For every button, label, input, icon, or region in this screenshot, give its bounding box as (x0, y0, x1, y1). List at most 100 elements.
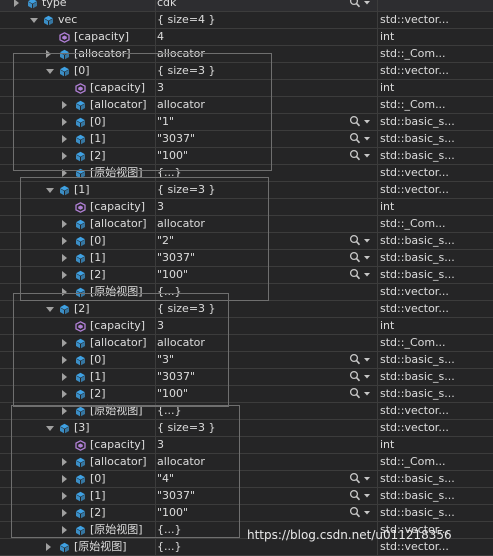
collapsed-arrow-icon[interactable] (62, 135, 67, 143)
column-divider[interactable] (155, 488, 156, 505)
column-divider[interactable] (377, 403, 378, 420)
value-cell[interactable]: "3" (157, 352, 377, 368)
value-cell[interactable]: "3037" (157, 131, 377, 147)
watch-row[interactable]: [2] "100" std::basic_s... (0, 267, 493, 284)
column-divider[interactable] (155, 301, 156, 318)
collapsed-arrow-icon[interactable] (14, 0, 19, 7)
value-cell[interactable]: allocator (157, 216, 377, 232)
visualizer-search-icon[interactable] (349, 149, 373, 163)
value-cell[interactable]: "2" (157, 233, 377, 249)
column-divider[interactable] (155, 335, 156, 352)
watch-row[interactable]: [0] { size=3 } std::vector... (0, 63, 493, 80)
value-cell[interactable]: 4 (157, 29, 377, 45)
watch-row[interactable]: [0] "1" std::basic_s... (0, 114, 493, 131)
collapsed-arrow-icon[interactable] (62, 220, 67, 228)
column-divider[interactable] (377, 437, 378, 454)
watch-row[interactable]: [原始视图] {...} std::vector... (0, 165, 493, 182)
column-divider[interactable] (155, 386, 156, 403)
column-divider[interactable] (377, 199, 378, 216)
column-divider[interactable] (155, 182, 156, 199)
column-divider[interactable] (377, 165, 378, 182)
column-divider[interactable] (377, 63, 378, 80)
column-divider[interactable] (377, 284, 378, 301)
value-cell[interactable]: allocator (157, 46, 377, 62)
column-divider[interactable] (155, 46, 156, 63)
column-divider[interactable] (155, 199, 156, 216)
column-divider[interactable] (155, 12, 156, 29)
column-divider[interactable] (377, 148, 378, 165)
column-divider[interactable] (155, 420, 156, 437)
column-divider[interactable] (155, 148, 156, 165)
watch-row[interactable]: [capacity] 3 int (0, 437, 493, 454)
column-divider[interactable] (155, 80, 156, 97)
watch-row[interactable]: [allocator] allocator std::_Com... (0, 97, 493, 114)
watch-row[interactable]: [capacity] 3 int (0, 80, 493, 97)
column-divider[interactable] (377, 471, 378, 488)
watch-row[interactable]: [allocator] allocator std::_Com... (0, 46, 493, 63)
watch-row[interactable]: [1] "3037" std::basic_s... (0, 369, 493, 386)
watch-row[interactable]: [capacity] 3 int (0, 318, 493, 335)
column-divider[interactable] (377, 0, 378, 12)
watch-row[interactable]: vec { size=4 } std::vector... (0, 12, 493, 29)
column-divider[interactable] (377, 233, 378, 250)
column-divider[interactable] (377, 250, 378, 267)
column-divider[interactable] (155, 522, 156, 539)
column-divider[interactable] (155, 233, 156, 250)
column-divider[interactable] (377, 216, 378, 233)
column-divider[interactable] (377, 335, 378, 352)
watch-row[interactable]: [2] "100" std::basic_s... (0, 505, 493, 522)
value-cell[interactable]: "100" (157, 386, 377, 402)
column-divider[interactable] (377, 386, 378, 403)
watch-row[interactable]: [0] "3" std::basic_s... (0, 352, 493, 369)
column-divider[interactable] (377, 454, 378, 471)
visualizer-search-icon[interactable] (349, 132, 373, 146)
value-cell[interactable]: "100" (157, 148, 377, 164)
collapsed-arrow-icon[interactable] (62, 254, 67, 262)
collapsed-arrow-icon[interactable] (46, 543, 51, 551)
watch-row[interactable]: [capacity] 4 int (0, 29, 493, 46)
value-cell[interactable]: "100" (157, 505, 377, 521)
value-cell[interactable]: 3 (157, 199, 377, 215)
collapsed-arrow-icon[interactable] (62, 526, 67, 534)
visualizer-search-icon[interactable] (349, 251, 373, 265)
expanded-arrow-icon[interactable] (46, 307, 54, 312)
collapsed-arrow-icon[interactable] (62, 271, 67, 279)
column-divider[interactable] (155, 63, 156, 80)
value-cell[interactable]: "3037" (157, 369, 377, 385)
collapsed-arrow-icon[interactable] (62, 169, 67, 177)
value-cell[interactable]: 3 (157, 437, 377, 453)
watch-row[interactable]: [0] "4" std::basic_s... (0, 471, 493, 488)
column-divider[interactable] (155, 267, 156, 284)
watch-row[interactable]: [capacity] 3 int (0, 199, 493, 216)
column-divider[interactable] (377, 505, 378, 522)
column-divider[interactable] (377, 488, 378, 505)
value-cell[interactable]: { size=3 } (157, 182, 377, 198)
column-divider[interactable] (155, 216, 156, 233)
watch-row[interactable]: [3] { size=3 } std::vector... (0, 420, 493, 437)
collapsed-arrow-icon[interactable] (62, 356, 67, 364)
column-divider[interactable] (377, 97, 378, 114)
collapsed-arrow-icon[interactable] (62, 509, 67, 517)
watch-row[interactable]: [原始视图] {...} std::vector... (0, 284, 493, 301)
column-divider[interactable] (377, 131, 378, 148)
collapsed-arrow-icon[interactable] (62, 118, 67, 126)
column-divider[interactable] (155, 114, 156, 131)
visualizer-search-icon[interactable] (349, 234, 373, 248)
column-divider[interactable] (377, 46, 378, 63)
column-divider[interactable] (377, 12, 378, 29)
visualizer-search-icon[interactable] (349, 0, 373, 10)
visualizer-search-icon[interactable] (349, 387, 373, 401)
column-divider[interactable] (155, 437, 156, 454)
expanded-arrow-icon[interactable] (46, 69, 54, 74)
value-cell[interactable]: { size=4 } (157, 12, 377, 28)
watch-row[interactable]: [2] "100" std::basic_s... (0, 148, 493, 165)
collapsed-arrow-icon[interactable] (62, 152, 67, 160)
collapsed-arrow-icon[interactable] (62, 237, 67, 245)
watch-row[interactable]: [0] "2" std::basic_s... (0, 233, 493, 250)
visualizer-search-icon[interactable] (349, 115, 373, 129)
collapsed-arrow-icon[interactable] (62, 407, 67, 415)
value-cell[interactable]: { size=3 } (157, 420, 377, 436)
watch-row[interactable]: [1] "3037" std::basic_s... (0, 131, 493, 148)
watch-row[interactable]: [1] "3037" std::basic_s... (0, 488, 493, 505)
watch-row[interactable]: [2] "100" std::basic_s... (0, 386, 493, 403)
